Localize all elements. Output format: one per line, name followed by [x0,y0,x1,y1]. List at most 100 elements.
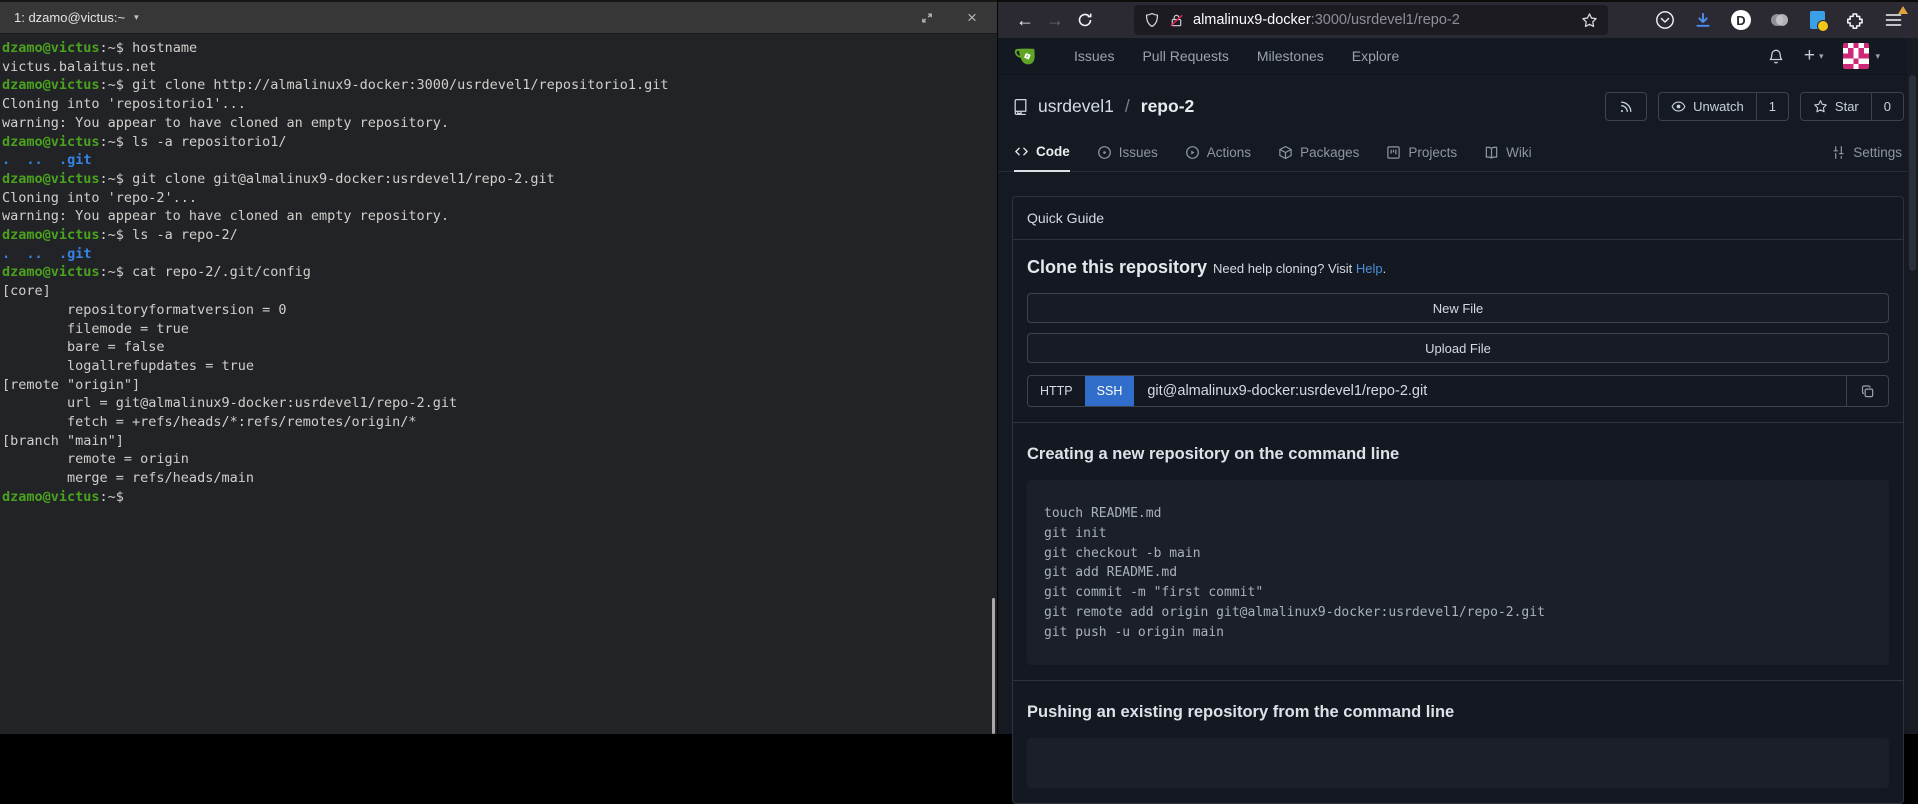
watch-count[interactable]: 1 [1756,93,1788,120]
terminal-scrollbar[interactable] [992,598,995,734]
tab-code-label: Code [1036,144,1070,159]
clone-url-input[interactable] [1134,376,1846,406]
url-path: :3000/usrdevel1/repo-2 [1311,12,1460,28]
create-caret-icon: ▾ [1819,51,1824,62]
terminal-title: 1: dzamo@victus:~ [14,10,125,25]
shield-icon[interactable] [1144,12,1160,28]
tab-projects-label: Projects [1408,145,1457,160]
tab-settings[interactable]: Settings [1831,145,1902,171]
star-button[interactable]: Star [1801,93,1871,120]
tab-packages-label: Packages [1300,145,1359,160]
creating-code-block: touch README.md git init git checkout -b… [1027,480,1889,665]
pushing-section: Pushing an existing repository from the … [1013,681,1903,803]
update-badge-icon [1898,6,1908,14]
quick-guide-title: Quick Guide [1013,197,1903,240]
user-menu[interactable]: ▾ [1843,43,1880,69]
tab-projects[interactable]: Projects [1386,145,1457,171]
repo-actions: Unwatch 1 Star 0 [1605,92,1904,121]
tab-wiki[interactable]: Wiki [1484,145,1532,171]
unwatch-button[interactable]: Unwatch [1659,93,1756,120]
containers-extension-icon[interactable] [1768,9,1790,31]
new-file-button[interactable]: New File [1027,293,1889,323]
terminal-title-caret-icon[interactable]: ▾ [134,12,139,23]
reload-icon[interactable] [1070,6,1100,34]
rss-button-group [1605,92,1647,121]
notifications-bell-icon[interactable] [1768,48,1784,65]
nav-item-milestones[interactable]: Milestones [1257,48,1324,64]
browser-scrollbar[interactable] [1907,38,1918,734]
user-menu-caret-icon: ▾ [1875,51,1880,62]
url-host: almalinux9-docker [1193,12,1311,28]
ssh-toggle-button[interactable]: SSH [1085,376,1135,406]
pushing-heading: Pushing an existing repository from the … [1027,703,1889,722]
insecure-lock-icon[interactable] [1169,13,1184,28]
terminal-window: 1: dzamo@victus:~ ▾ × dzamo@victus:~$ ho… [0,0,997,734]
toolbar-extensions: D [1654,9,1904,31]
url-text[interactable]: almalinux9-docker:3000/usrdevel1/repo-2 [1193,12,1572,28]
tab-wiki-label: Wiki [1506,145,1532,160]
tab-actions-label: Actions [1207,145,1251,160]
creating-heading: Creating a new repository on the command… [1027,445,1889,464]
star-label: Star [1835,99,1859,114]
back-icon[interactable]: ← [1010,6,1040,34]
screen: 1: dzamo@victus:~ ▾ × dzamo@victus:~$ ho… [0,0,1918,734]
star-button-group: Star 0 [1800,92,1904,121]
tab-settings-label: Settings [1853,145,1902,160]
document-extension-icon[interactable] [1806,9,1828,31]
tab-actions[interactable]: Actions [1185,145,1251,171]
url-bar[interactable]: almalinux9-docker:3000/usrdevel1/repo-2 [1134,5,1608,35]
nav-item-explore[interactable]: Explore [1352,48,1399,64]
terminal-close-icon[interactable]: × [961,7,983,29]
help-link[interactable]: Help [1356,261,1383,276]
unwatch-label: Unwatch [1693,99,1744,114]
navbar-right: + ▾ [1768,43,1902,69]
repo-name-link[interactable]: repo-2 [1141,96,1194,117]
browser-scrollbar-thumb[interactable] [1909,75,1916,271]
repo-header: usrdevel1 / repo-2 [998,75,1918,133]
browser-toolbar: ← → [998,0,1918,38]
upload-file-button[interactable]: Upload File [1027,333,1889,363]
bookmark-star-icon[interactable] [1581,12,1598,29]
repo-title: usrdevel1 / repo-2 [1012,96,1194,117]
avatar [1843,43,1869,69]
help-prefix: Need help cloning? Visit [1213,261,1352,276]
star-icon [1813,99,1828,114]
pocket-icon[interactable] [1654,9,1676,31]
star-count[interactable]: 0 [1871,93,1903,120]
repo-owner-link[interactable]: usrdevel1 [1038,96,1114,117]
clone-url-panel: HTTP SSH [1027,375,1889,407]
clone-heading: Clone this repository Need help cloning? … [1027,257,1889,278]
gitea-navbar: Issues Pull Requests Milestones Explore … [998,38,1918,75]
pushing-code-block [1027,738,1889,788]
terminal-titlebar[interactable]: 1: dzamo@victus:~ ▾ × [0,0,997,34]
watch-button-group: Unwatch 1 [1658,92,1789,121]
copy-url-button[interactable] [1846,376,1888,406]
http-toggle-button[interactable]: HTTP [1028,376,1085,406]
help-suffix: . [1383,261,1387,276]
browser-window: ← → [997,0,1918,734]
gitea-logo-icon[interactable] [1014,43,1040,69]
tab-issues-label: Issues [1119,145,1158,160]
extensions-puzzle-icon[interactable] [1844,9,1866,31]
menu-icon[interactable] [1882,9,1904,31]
terminal-restore-icon[interactable] [916,7,938,29]
repo-separator: / [1125,96,1130,117]
repo-content: Quick Guide Clone this repository Need he… [998,172,1918,804]
plus-icon: + [1804,45,1815,67]
create-new-button[interactable]: + ▾ [1804,45,1824,67]
tab-packages[interactable]: Packages [1278,145,1359,171]
clone-section: Clone this repository Need help cloning? … [1013,240,1903,423]
creating-section: Creating a new repository on the command… [1013,423,1903,681]
duckduckgo-extension-icon[interactable]: D [1730,9,1752,31]
rss-button[interactable] [1606,93,1646,120]
forward-icon[interactable]: → [1040,6,1070,34]
quick-guide-box: Quick Guide Clone this repository Need he… [1012,196,1904,804]
tab-issues[interactable]: Issues [1097,145,1158,171]
nav-item-pull-requests[interactable]: Pull Requests [1142,48,1228,64]
nav-item-issues[interactable]: Issues [1074,48,1114,64]
clone-heading-text: Clone this repository [1027,257,1207,277]
tab-code[interactable]: Code [1014,144,1070,172]
download-icon[interactable] [1692,9,1714,31]
terminal-output[interactable]: dzamo@victus:~$ hostnamevictus.balaitus.… [0,34,997,507]
repo-icon [1012,98,1029,115]
